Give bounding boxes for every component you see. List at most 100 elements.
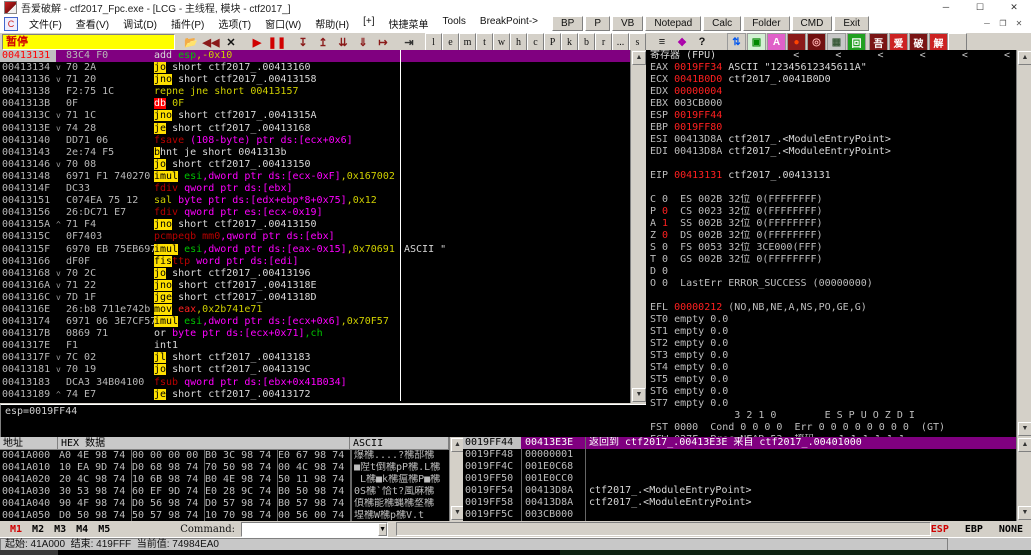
register-line[interactable]: EBP 0019FF80 xyxy=(646,122,1016,134)
trace-over-icon[interactable]: ⇓ xyxy=(353,33,373,51)
compare-icon[interactable]: ▣ xyxy=(747,33,766,51)
menu-button-notepad[interactable]: Notepad xyxy=(645,16,701,31)
dump-row[interactable]: 0041A02020 4C 98 7410 6B 98 74B0 4E 98 7… xyxy=(0,474,449,486)
maximize-button[interactable]: ☐ xyxy=(963,0,997,15)
stack-row[interactable]: 0019FF5800413D8Actf2017_.<ModuleEntryPoi… xyxy=(463,497,1016,509)
letter-button-dotdotdot[interactable]: ... xyxy=(612,33,629,51)
menu-button-p[interactable]: P xyxy=(585,16,610,31)
letter-button-t[interactable]: t xyxy=(476,33,493,51)
register-line[interactable]: EBX 003CB000 xyxy=(646,98,1016,110)
disasm-row[interactable]: 004131432e:74 F5bhnt je short 0041313b xyxy=(0,147,630,159)
disasm-row[interactable]: 0041315626:DC71 E7fdiv qword ptr es:[ecx… xyxy=(0,207,630,219)
register-line[interactable]: ST7 empty 0.0 xyxy=(646,398,1016,410)
memory-tab-m2[interactable]: M2 xyxy=(32,524,44,535)
list-icon[interactable]: ≡ xyxy=(652,33,672,51)
step-into-icon[interactable]: ↧ xyxy=(293,33,313,51)
letter-button-P[interactable]: P xyxy=(544,33,561,51)
disasm-row[interactable]: 0041313Ev74 28je short ctf2017_.00413168 xyxy=(0,123,630,135)
register-line[interactable]: O 0 LastErr ERROR_SUCCESS (00000000) xyxy=(646,278,1016,290)
register-line[interactable]: ST4 empty 0.0 xyxy=(646,362,1016,374)
memory-tab-m5[interactable]: M5 xyxy=(98,524,110,535)
disasm-row[interactable]: 00413136v71 20jno short ctf2017_.0041315… xyxy=(0,74,630,86)
register-line[interactable]: FST 0000 Cond 0 0 0 0 Err 0 0 0 0 0 0 0 … xyxy=(646,422,1016,434)
registers-collapse-marks[interactable]: < < < < < < xyxy=(793,50,1016,62)
registers-pane[interactable]: 寄存器 (FPU) < < < < < < EAX 0019FF34 ASCII… xyxy=(646,50,1016,437)
letter-button-w[interactable]: w xyxy=(493,33,510,51)
register-line[interactable]: ST2 empty 0.0 xyxy=(646,338,1016,350)
menu-button-exit[interactable]: Exit xyxy=(834,16,869,31)
register-line[interactable]: EFL 00000212 (NO,NB,NE,A,NS,PO,GE,G) xyxy=(646,302,1016,314)
mdi-minimize-button[interactable]: ─ xyxy=(979,19,995,28)
close-icon[interactable]: ✕ xyxy=(221,33,241,51)
menu-item-v[interactable]: 查看(V) xyxy=(69,16,116,31)
register-line[interactable]: C 0 ES 002B 32位 0(FFFFFFFF) xyxy=(646,194,1016,206)
scroll-up-icon[interactable]: ▲ xyxy=(1018,51,1031,65)
grid-icon[interactable]: ▦ xyxy=(827,33,846,51)
disasm-row[interactable]: 0041316E26:b8 711e742bmov eax,0x2b741e71 xyxy=(0,304,630,316)
disasm-row[interactable]: 0041315C0F7403pcmpeqb mm0,qword ptr ds:[… xyxy=(0,231,630,243)
exit-door-icon[interactable]: 回 xyxy=(847,33,866,51)
letter-button-e[interactable]: e xyxy=(442,33,459,51)
menu-item-h[interactable]: 帮助(H) xyxy=(308,16,356,31)
letter-button-h[interactable]: h xyxy=(510,33,527,51)
disassembly-pane[interactable]: 0041313183C4 F0add esp,-0x1000413134v70 … xyxy=(0,50,630,403)
dump-row[interactable]: 0041A03030 53 98 7460 EF 9D 74E0 28 9C 7… xyxy=(0,486,449,498)
hex-dump-pane[interactable]: 地址 HEX 数据 ASCII 0041A000A0 4E 98 7400 00… xyxy=(0,437,449,521)
disasm-row[interactable]: 0041313Cv71 1Cjno short ctf2017_.0041315… xyxy=(0,110,630,122)
menu-item-t[interactable]: 选项(T) xyxy=(211,16,258,31)
brand-button[interactable]: 解 xyxy=(929,33,948,51)
disasm-row[interactable]: 0041314FDC33fdiv qword ptr ds:[ebx] xyxy=(0,183,630,195)
execute-till-cursor-icon[interactable]: ⇥ xyxy=(399,33,419,51)
register-line[interactable]: ST6 empty 0.0 xyxy=(646,386,1016,398)
letter-button-m[interactable]: m xyxy=(459,33,476,51)
register-line[interactable]: EDX 00000004 xyxy=(646,86,1016,98)
brand-button[interactable]: 爱 xyxy=(889,33,908,51)
stack-pane[interactable]: 0019FF4400413E3E返回到 ctf2017_.00413E3E 来自… xyxy=(463,437,1016,521)
letter-button-c[interactable]: c xyxy=(527,33,544,51)
register-line[interactable]: A 1 SS 002B 32位 0(FFFFFFFF) xyxy=(646,218,1016,230)
dump-row[interactable]: 0041A01010 EA 9D 74D0 68 98 7470 50 98 7… xyxy=(0,462,449,474)
disasm-row[interactable]: 00413189^74 E7je short ctf2017_.00413172 xyxy=(0,389,630,401)
run-to-return-icon[interactable]: ↦ xyxy=(373,33,393,51)
disasm-row[interactable]: 0041317B0869 71or byte ptr ds:[ecx+0x71]… xyxy=(0,328,630,340)
rewind-icon[interactable]: ◀◀ xyxy=(201,33,221,51)
memory-tab-m1[interactable]: M1 xyxy=(10,524,22,535)
trace-into-icon[interactable]: ⇊ xyxy=(333,33,353,51)
command-input[interactable] xyxy=(242,523,378,536)
swap-icon[interactable]: ⇅ xyxy=(727,33,746,51)
target-icon[interactable]: ◎ xyxy=(807,33,826,51)
hex-dump-scrollbar[interactable]: ▲ ▼ xyxy=(449,437,464,521)
register-line[interactable]: Z 0 DS 002B 32位 0(FFFFFFFF) xyxy=(646,230,1016,242)
menu-button-vb[interactable]: VB xyxy=(612,16,643,31)
disasm-row[interactable]: 0041317Fv7C 02jl short ctf2017_.00413183 xyxy=(0,352,630,364)
memory-tab-m3[interactable]: M3 xyxy=(54,524,66,535)
register-line[interactable]: D 0 xyxy=(646,266,1016,278)
disasm-row[interactable]: 00413138F2:75 1Crepne jne short 00413157 xyxy=(0,86,630,98)
analyze-icon[interactable]: A xyxy=(767,33,786,51)
column-hex[interactable]: HEX 数据 xyxy=(58,437,350,450)
dropdown-arrow-icon[interactable]: ▼ xyxy=(378,523,387,536)
letter-button-l[interactable]: l xyxy=(425,33,442,51)
mdi-restore-button[interactable]: ❐ xyxy=(995,19,1011,28)
open-folder-icon[interactable]: 📂 xyxy=(181,33,201,51)
disasm-row[interactable]: 00413166dF0Ffisttp word ptr ds:[edi] xyxy=(0,256,630,268)
scroll-up-icon[interactable]: ▲ xyxy=(1018,438,1031,452)
register-line[interactable]: 3 2 1 0 E S P U O Z D I xyxy=(646,410,1016,422)
register-line[interactable] xyxy=(646,290,1016,302)
stack-row[interactable]: 0019FF5400413D8Actf2017_.<ModuleEntryPoi… xyxy=(463,485,1016,497)
menu-button-cmd[interactable]: CMD xyxy=(792,16,833,31)
register-line[interactable] xyxy=(646,158,1016,170)
cpu-window-icon[interactable]: C xyxy=(4,17,18,31)
registers-scrollbar[interactable]: ▲ ▼ xyxy=(1016,50,1031,437)
letter-button-r[interactable]: r xyxy=(595,33,612,51)
register-line[interactable] xyxy=(646,182,1016,194)
menu-item-p[interactable]: 插件(P) xyxy=(164,16,211,31)
register-line[interactable]: ST0 empty 0.0 xyxy=(646,314,1016,326)
letter-button-b[interactable]: b xyxy=(578,33,595,51)
menu-item-[interactable]: [+] xyxy=(356,16,381,31)
disasm-row[interactable]: 00413134v70 2Ajo short ctf2017_.00413160 xyxy=(0,62,630,74)
register-line[interactable]: P 0 CS 0023 32位 0(FFFFFFFF) xyxy=(646,206,1016,218)
disasm-row[interactable]: 004131486971 F1 740270imul esi,dword ptr… xyxy=(0,171,630,183)
menu-item-d[interactable]: 调试(D) xyxy=(116,16,164,31)
mdi-close-button[interactable]: ✕ xyxy=(1011,19,1027,28)
